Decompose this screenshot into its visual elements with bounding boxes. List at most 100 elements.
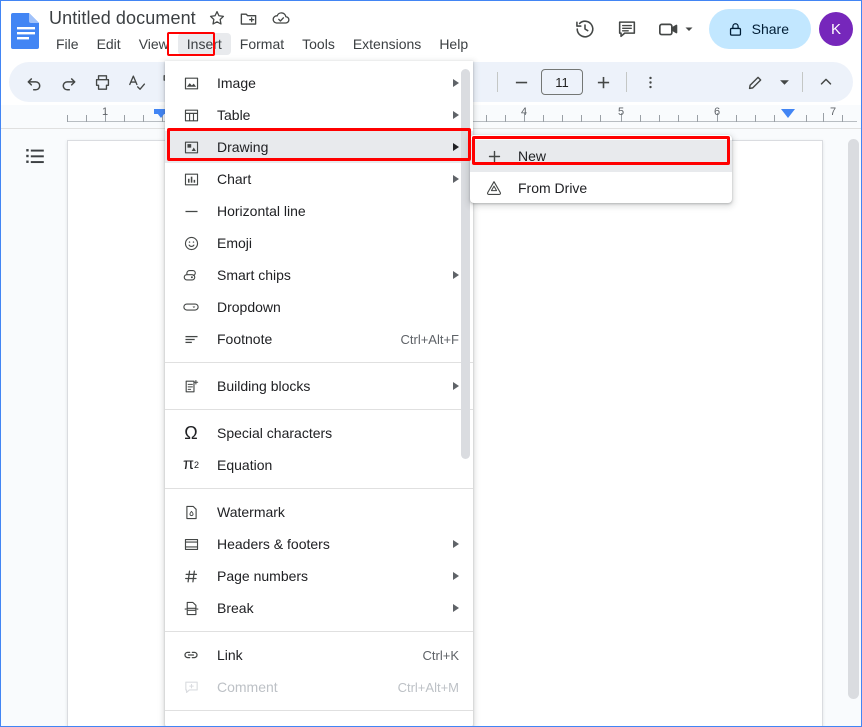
insert-image[interactable]: Image [165, 67, 473, 99]
cloud-saved-icon[interactable] [270, 7, 292, 29]
omega-icon: Ω [181, 423, 201, 443]
page-scrollbar-thumb[interactable] [848, 139, 859, 699]
google-docs-window: Untitled document File [0, 0, 862, 727]
insert-footnote[interactable]: Footnote Ctrl+Alt+F [165, 323, 473, 355]
toolbar-font-group: 11 [491, 62, 667, 102]
move-to-folder-icon[interactable] [238, 7, 260, 29]
insert-smart-chips[interactable]: Smart chips [165, 259, 473, 291]
insert-building-blocks[interactable]: Building blocks [165, 370, 473, 402]
menu-edit[interactable]: Edit [88, 33, 130, 55]
document-title[interactable]: Untitled document [49, 8, 196, 29]
insert-link[interactable]: Link Ctrl+K [165, 639, 473, 671]
menu-shortcut: Ctrl+Alt+M [398, 680, 459, 695]
version-history-icon[interactable] [565, 9, 605, 49]
lock-icon [727, 21, 744, 38]
menu-label: Break [217, 600, 439, 616]
ruler-number-5: 5 [618, 106, 624, 118]
menu-label: Headers & footers [217, 536, 439, 552]
footnote-icon [181, 329, 201, 349]
insert-comment: Comment Ctrl+Alt+M [165, 671, 473, 703]
star-icon[interactable] [206, 7, 228, 29]
avatar-initial: K [831, 21, 841, 38]
print-icon[interactable] [87, 67, 117, 97]
submenu-arrow-icon [453, 79, 459, 87]
submenu-arrow-icon [453, 604, 459, 612]
share-button[interactable]: Share [709, 9, 811, 49]
menu-insert[interactable]: Insert [178, 33, 231, 55]
undo-icon[interactable] [19, 67, 49, 97]
equation-pi-icon: π2 [181, 455, 201, 475]
toolbar-divider-2 [626, 72, 627, 92]
insert-chart[interactable]: Chart [165, 163, 473, 195]
menu-label: Equation [217, 457, 459, 473]
redo-icon[interactable] [53, 67, 83, 97]
table-icon [181, 105, 201, 125]
insert-equation[interactable]: π2 Equation [165, 449, 473, 481]
increase-font-size-button[interactable] [588, 67, 618, 97]
menu-format[interactable]: Format [231, 33, 293, 55]
insert-drawing[interactable]: Drawing [165, 131, 473, 163]
insert-menu-scrollbar-thumb[interactable] [461, 69, 470, 459]
insert-page-numbers[interactable]: Page numbers [165, 560, 473, 592]
building-blocks-icon [181, 376, 201, 396]
menu-shortcut: Ctrl+K [423, 648, 459, 663]
page-scrollbar[interactable] [848, 135, 859, 715]
app-header: Untitled document File [1, 1, 861, 59]
decrease-font-size-button[interactable] [506, 67, 536, 97]
collapse-toolbar-chevron-icon[interactable] [811, 67, 841, 97]
editing-mode-pencil-icon[interactable] [740, 67, 770, 97]
toolbar-left-group [17, 62, 187, 102]
drawing-from-drive[interactable]: From Drive [470, 172, 732, 204]
menu-view[interactable]: View [130, 33, 178, 55]
insert-horizontal-line[interactable]: Horizontal line [165, 195, 473, 227]
google-docs-logo[interactable] [9, 11, 43, 49]
comment-history-icon[interactable] [607, 9, 647, 49]
chart-icon [181, 169, 201, 189]
insert-menu-scrollbar[interactable] [461, 69, 470, 719]
plus-icon [484, 146, 504, 166]
submenu-arrow-icon [453, 143, 459, 151]
google-drive-icon [484, 178, 504, 198]
menu-label: Smart chips [217, 267, 439, 283]
menu-shortcut: Ctrl+Alt+F [400, 332, 459, 347]
menu-separator [165, 362, 473, 363]
more-options-icon[interactable] [635, 67, 665, 97]
menu-label: Image [217, 75, 439, 91]
font-size-input[interactable]: 11 [541, 69, 583, 95]
menu-separator [165, 488, 473, 489]
menu-separator [165, 710, 473, 711]
menu-extensions[interactable]: Extensions [344, 33, 430, 55]
insert-watermark[interactable]: Watermark [165, 496, 473, 528]
menu-label: Special characters [217, 425, 459, 441]
menu-tools[interactable]: Tools [293, 33, 344, 55]
insert-dropdown[interactable]: Dropdown [165, 291, 473, 323]
title-row: Untitled document [49, 7, 292, 29]
menu-label: Chart [217, 171, 439, 187]
menu-label: Footnote [217, 331, 380, 347]
document-outline-icon[interactable] [23, 143, 51, 171]
insert-special-characters[interactable]: Ω Special characters [165, 417, 473, 449]
drawing-icon [181, 137, 201, 157]
insert-emoji[interactable]: Emoji [165, 227, 473, 259]
insert-break[interactable]: Break [165, 592, 473, 624]
menu-label: Building blocks [217, 378, 439, 394]
menu-label: From Drive [518, 180, 718, 196]
toolbar-divider-3 [802, 72, 803, 92]
meet-video-icon[interactable] [649, 9, 703, 49]
break-icon [181, 598, 201, 618]
menu-label: Emoji [217, 235, 459, 251]
menu-label: New [518, 148, 718, 164]
menu-label: Horizontal line [217, 203, 459, 219]
page-numbers-hash-icon [181, 566, 201, 586]
spellcheck-icon[interactable] [121, 67, 151, 97]
insert-table[interactable]: Table [165, 99, 473, 131]
avatar[interactable]: K [819, 12, 853, 46]
menu-file[interactable]: File [47, 33, 88, 55]
insert-headers-footers[interactable]: Headers & footers [165, 528, 473, 560]
right-indent-marker[interactable] [781, 109, 795, 118]
menu-label: Drawing [217, 139, 439, 155]
menu-label: Link [217, 647, 403, 663]
editing-mode-chevron-down-icon[interactable] [774, 67, 794, 97]
menu-help[interactable]: Help [430, 33, 477, 55]
drawing-new[interactable]: New [470, 140, 732, 172]
